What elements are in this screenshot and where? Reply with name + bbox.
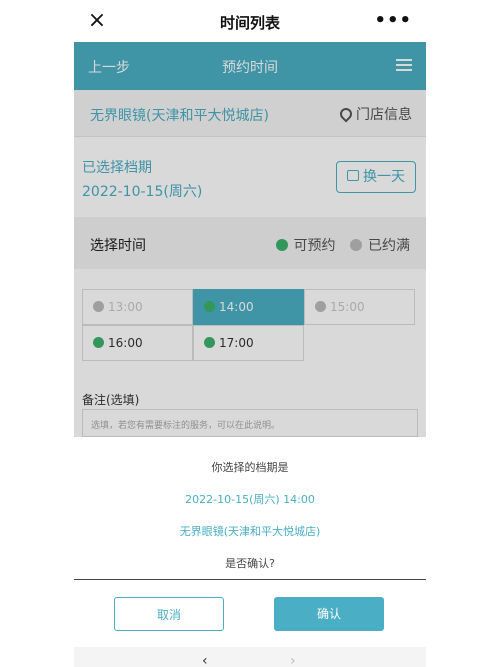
dialog-divider [74, 579, 426, 580]
confirm-dialog: 你选择的档期是 2022-10-15(周六) 14:00 无界眼镜(天津和平大悦… [74, 437, 426, 647]
phone-screen: × 时间列表 ••• 上一步 预约时间 无界眼镜(天津和平大悦城店) 门店信息 … [74, 0, 426, 667]
confirm-button[interactable]: 确认 [274, 597, 384, 631]
forward-arrow-icon[interactable]: › [290, 653, 296, 667]
window-title: 时间列表 [219, 14, 280, 32]
cancel-button[interactable]: 取消 [114, 597, 224, 631]
browser-bottom-bar: ‹ › [74, 647, 426, 667]
title-bar: × 时间列表 ••• [74, 0, 426, 42]
modal-overlay [74, 42, 426, 440]
dialog-question: 你选择的档期是 [211, 461, 289, 474]
dialog-confirm-question: 是否确认? [225, 557, 275, 570]
dialog-datetime: 2022-10-15(周六) 14:00 [185, 493, 315, 506]
dialog-store: 无界眼镜(天津和平大悦城店) [179, 525, 321, 538]
back-arrow-icon[interactable]: ‹ [202, 653, 208, 667]
more-icon[interactable]: ••• [374, 10, 412, 31]
